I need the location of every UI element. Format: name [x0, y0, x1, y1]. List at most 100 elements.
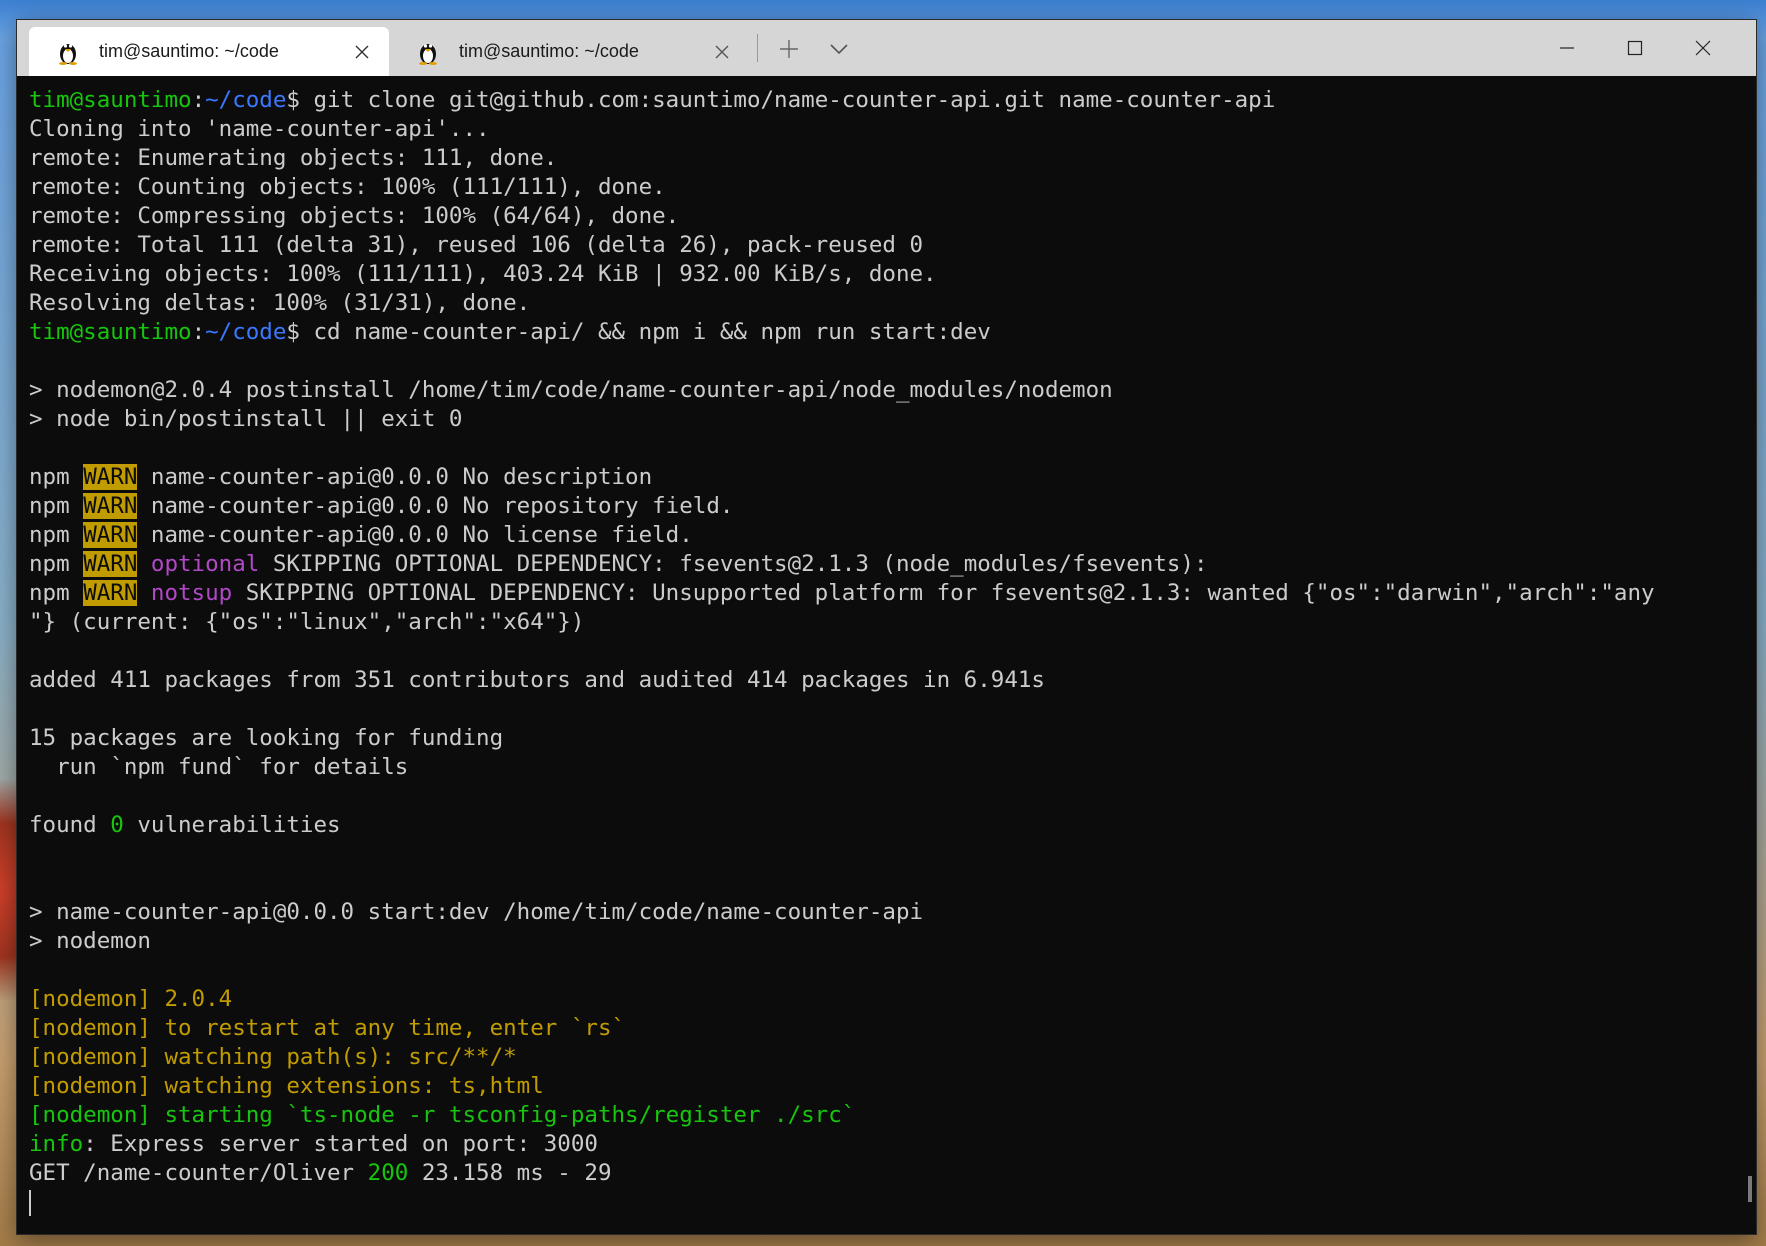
- terminal-text: name-counter-api@0.0.0 No repository fie…: [137, 493, 734, 519]
- terminal-line: [nodemon] to restart at any time, enter …: [29, 1014, 1744, 1043]
- terminal-line: tim@sauntimo:~/code$ git clone git@githu…: [29, 86, 1744, 115]
- minimize-icon: [1560, 47, 1574, 49]
- terminal-text: name-counter-api@0.0.0 No description: [137, 464, 653, 490]
- warn-badge: WARN: [83, 522, 138, 548]
- terminal-line: npm WARN name-counter-api@0.0.0 No descr…: [29, 463, 1744, 492]
- minimize-button[interactable]: [1533, 20, 1601, 76]
- nodemon-text: [nodemon] to restart at any time, enter …: [29, 1015, 626, 1041]
- tab-2[interactable]: tim@sauntimo: ~/code: [389, 27, 749, 76]
- terminal-window: tim@sauntimo: ~/code tim@sauntimo: ~/cod…: [17, 20, 1756, 1234]
- scrollbar[interactable]: [1748, 1176, 1752, 1202]
- terminal-text: remote: Enumerating objects: 111, done.: [29, 145, 558, 171]
- terminal-line: 15 packages are looking for funding: [29, 724, 1744, 753]
- terminal-line: npm WARN notsup SKIPPING OPTIONAL DEPEND…: [29, 579, 1744, 608]
- terminal-line: > nodemon@2.0.4 postinstall /home/tim/co…: [29, 376, 1744, 405]
- npm-tag: notsup: [150, 580, 233, 606]
- terminal-line: > name-counter-api@0.0.0 start:dev /home…: [29, 898, 1744, 927]
- terminal-text: $ git clone git@github.com:sauntimo/name…: [286, 87, 1276, 113]
- maximize-button[interactable]: [1601, 20, 1669, 76]
- tab-separator: [757, 34, 758, 62]
- terminal-line: "} (current: {"os":"linux","arch":"x64"}…: [29, 608, 1744, 637]
- terminal-text: npm: [29, 464, 84, 490]
- terminal-text: name-counter-api@0.0.0 No license field.: [137, 522, 693, 548]
- terminal-line: remote: Total 111 (delta 31), reused 106…: [29, 231, 1744, 260]
- plus-icon: [780, 40, 798, 58]
- terminal-text: npm: [29, 493, 84, 519]
- terminal-text: run `npm fund` for details: [29, 754, 409, 780]
- terminal-text: added 411 packages from 351 contributors…: [29, 667, 1045, 693]
- terminal-text: remote: Compressing objects: 100% (64/64…: [29, 203, 680, 229]
- new-tab-button[interactable]: [769, 34, 809, 64]
- terminal-line: [nodemon] watching path(s): src/**/*: [29, 1043, 1744, 1072]
- terminal-line: remote: Counting objects: 100% (111/111)…: [29, 173, 1744, 202]
- terminal-text: Resolving deltas: 100% (31/31), done.: [29, 290, 531, 316]
- terminal-line: added 411 packages from 351 contributors…: [29, 666, 1744, 695]
- terminal-line: Cloning into 'name-counter-api'...: [29, 115, 1744, 144]
- terminal-text: SKIPPING OPTIONAL DEPENDENCY: fsevents@2…: [259, 551, 1208, 577]
- terminal-text: SKIPPING OPTIONAL DEPENDENCY: Unsupporte…: [232, 580, 1655, 606]
- terminal-line: Resolving deltas: 100% (31/31), done.: [29, 289, 1744, 318]
- terminal-text: Cloning into 'name-counter-api'...: [29, 116, 490, 142]
- terminal-text: remote: Counting objects: 100% (111/111)…: [29, 174, 666, 200]
- warn-badge: WARN: [83, 464, 138, 490]
- nodemon-text: [nodemon] watching path(s): src/**/*: [29, 1044, 517, 1070]
- title-bar: tim@sauntimo: ~/code tim@sauntimo: ~/cod…: [17, 20, 1756, 76]
- terminal-line: > nodemon: [29, 927, 1744, 956]
- chevron-down-icon: [830, 44, 848, 55]
- terminal-text: GET /name-counter/Oliver: [29, 1160, 368, 1186]
- terminal-text: "} (current: {"os":"linux","arch":"x64"}…: [29, 609, 585, 635]
- prompt-path: ~/code: [205, 319, 287, 345]
- terminal-text: Receiving objects: 100% (111/111), 403.2…: [29, 261, 937, 287]
- nodemon-text: [nodemon] watching extensions: ts,html: [29, 1073, 544, 1099]
- tab-dropdown-button[interactable]: [819, 34, 859, 64]
- tab-title: tim@sauntimo: ~/code: [459, 41, 639, 61]
- highlight-text: 0: [110, 812, 124, 838]
- terminal-text: : Express server started on port: 3000: [83, 1131, 598, 1157]
- prompt-user: tim@sauntimo: [29, 87, 192, 113]
- nodemon-text: [nodemon] 2.0.4: [29, 986, 233, 1012]
- terminal-line: > node bin/postinstall || exit 0: [29, 405, 1744, 434]
- terminal-line: [nodemon] starting `ts-node -r tsconfig-…: [29, 1101, 1744, 1130]
- maximize-icon: [1627, 40, 1643, 56]
- terminal-line: remote: Enumerating objects: 111, done.: [29, 144, 1744, 173]
- linux-penguin-icon: [59, 43, 77, 65]
- terminal-text: > node bin/postinstall || exit 0: [29, 406, 463, 432]
- close-icon[interactable]: [351, 41, 373, 63]
- terminal-text: > nodemon@2.0.4 postinstall /home/tim/co…: [29, 377, 1113, 403]
- terminal-line: npm WARN name-counter-api@0.0.0 No licen…: [29, 521, 1744, 550]
- tab-1[interactable]: tim@sauntimo: ~/code: [29, 27, 389, 76]
- terminal-line: found 0 vulnerabilities: [29, 811, 1744, 840]
- terminal-line: run `npm fund` for details: [29, 753, 1744, 782]
- terminal-text: npm: [29, 551, 84, 577]
- terminal-line: [nodemon] watching extensions: ts,html: [29, 1072, 1744, 1101]
- terminal-line: tim@sauntimo:~/code$ cd name-counter-api…: [29, 318, 1744, 347]
- warn-badge: WARN: [83, 493, 138, 519]
- terminal-text: $ cd name-counter-api/ && npm i && npm r…: [286, 319, 991, 345]
- close-window-button[interactable]: [1669, 20, 1737, 76]
- warn-badge: WARN: [83, 580, 138, 606]
- terminal-text: npm: [29, 580, 84, 606]
- terminal-line: [nodemon] 2.0.4: [29, 985, 1744, 1014]
- terminal-text: > nodemon: [29, 928, 151, 954]
- highlight-text: [nodemon] starting `ts-node -r tsconfig-…: [29, 1102, 856, 1128]
- prompt-user: tim@sauntimo: [29, 319, 192, 345]
- terminal-text: 15 packages are looking for funding: [29, 725, 504, 751]
- close-icon[interactable]: [711, 41, 733, 63]
- terminal-text: npm: [29, 522, 84, 548]
- linux-penguin-icon: [419, 43, 437, 65]
- highlight-text: info: [29, 1131, 84, 1157]
- highlight-text: 200: [367, 1160, 409, 1186]
- terminal-text: remote: Total 111 (delta 31), reused 106…: [29, 232, 924, 258]
- terminal-line: GET /name-counter/Oliver 200 23.158 ms -…: [29, 1159, 1744, 1188]
- terminal-line: info: Express server started on port: 30…: [29, 1130, 1744, 1159]
- terminal-text: :: [191, 319, 206, 345]
- terminal-text: 23.158 ms - 29: [408, 1160, 612, 1186]
- close-icon: [1695, 40, 1711, 56]
- terminal-output[interactable]: tim@sauntimo:~/code $ git clone git@githu…: [17, 76, 1756, 1234]
